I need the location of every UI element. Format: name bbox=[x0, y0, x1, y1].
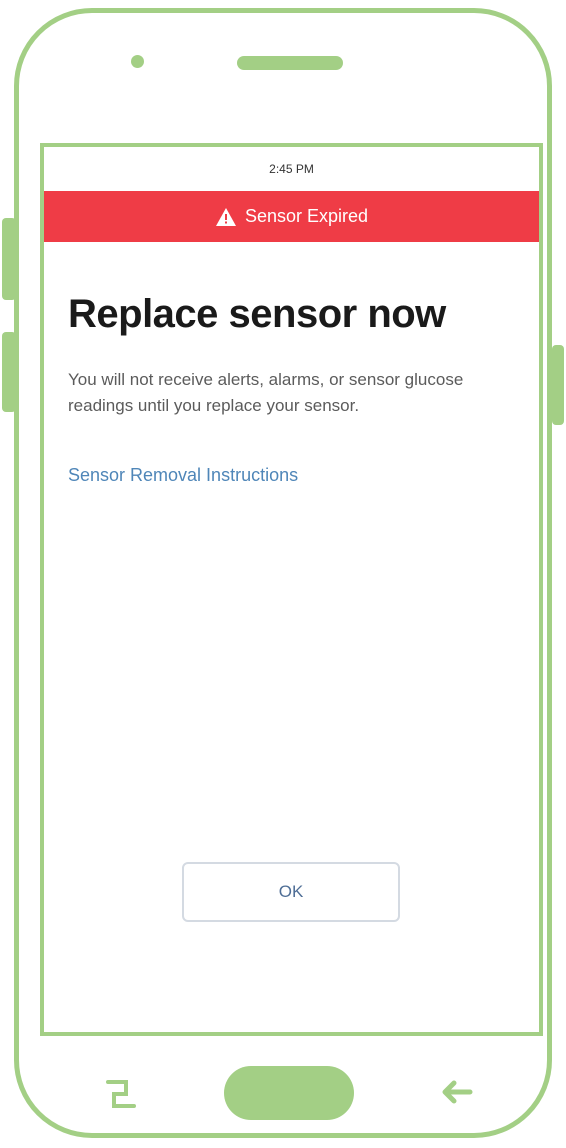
status-bar: 2:45 PM bbox=[44, 147, 539, 191]
front-camera bbox=[131, 55, 144, 68]
earpiece-speaker bbox=[237, 56, 343, 70]
back-arrow-icon[interactable] bbox=[440, 1077, 474, 1107]
app-screen: 2:45 PM Sensor Expired Replace sensor no… bbox=[40, 143, 543, 1036]
banner-label: Sensor Expired bbox=[244, 206, 369, 226]
sensor-removal-instructions-link[interactable]: Sensor Removal Instructions bbox=[68, 465, 298, 486]
power-button[interactable] bbox=[552, 345, 564, 425]
warning-icon bbox=[215, 207, 236, 226]
recent-apps-icon[interactable] bbox=[104, 1076, 140, 1112]
alert-message: You will not receive alerts, alarms, or … bbox=[68, 370, 464, 415]
status-time: 2:45 PM bbox=[269, 162, 314, 176]
sensor-expired-banner: Sensor Expired bbox=[44, 191, 539, 242]
ok-button[interactable]: OK bbox=[182, 862, 400, 922]
page-title: Replace sensor now bbox=[68, 292, 446, 336]
home-button[interactable] bbox=[224, 1066, 354, 1120]
